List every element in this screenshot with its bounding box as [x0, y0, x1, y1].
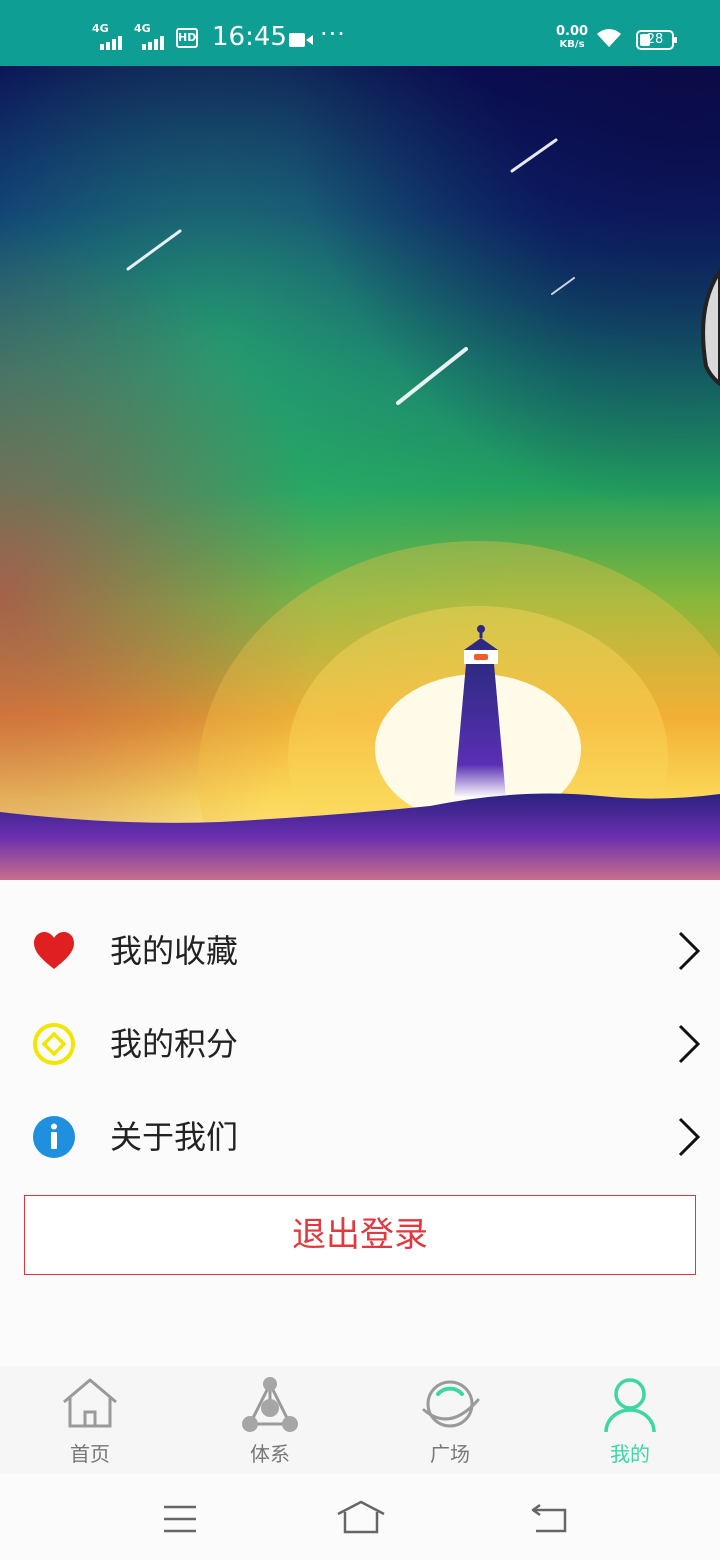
tab-home[interactable]: 首页 — [0, 1366, 180, 1474]
speed-value: 0.00 — [556, 24, 589, 39]
points-coin-icon — [33, 1023, 75, 1065]
menu-item-favorites[interactable]: 我的收藏 — [0, 907, 720, 999]
speed-unit: KB/s — [559, 39, 585, 50]
tab-system[interactable]: 体系 — [180, 1366, 360, 1474]
menu-icon[interactable] — [162, 1504, 198, 1534]
hd-voice-icon: HD — [176, 28, 198, 48]
home-button-icon[interactable] — [336, 1500, 386, 1534]
more-notifications-icon: ··· — [320, 20, 346, 48]
logout-button[interactable]: 退出登录 — [24, 1195, 696, 1275]
menu-item-label: 我的收藏 — [110, 932, 239, 970]
battery-icon: 28 — [636, 30, 677, 50]
tab-label: 广场 — [430, 1442, 470, 1466]
network-speed: 0.00 KB/s — [556, 25, 588, 51]
heart-icon — [34, 932, 74, 969]
tab-label: 首页 — [70, 1442, 110, 1466]
signal-icon — [142, 36, 164, 50]
clock: 16:45 — [212, 22, 287, 52]
chevron-right-icon — [678, 1024, 701, 1064]
tab-label: 我的 — [610, 1442, 650, 1466]
menu-item-points[interactable]: 我的积分 — [0, 1000, 720, 1092]
battery-level: 28 — [646, 32, 664, 47]
tab-mine[interactable]: 我的 — [540, 1366, 720, 1474]
info-icon — [33, 1116, 75, 1158]
menu-item-label: 关于我们 — [110, 1118, 239, 1156]
system-tree-icon — [242, 1377, 298, 1432]
tab-label: 体系 — [250, 1442, 290, 1466]
back-icon[interactable] — [530, 1502, 568, 1534]
system-navigation-bar — [0, 1474, 720, 1560]
tab-square[interactable]: 广场 — [360, 1366, 540, 1474]
network-type-2: 4G — [134, 22, 151, 35]
video-camera-icon — [289, 33, 313, 47]
menu-item-label: 我的积分 — [110, 1025, 239, 1063]
status-bar: 4G 4G HD 16:45 ··· 0.00 KB/s 28 — [0, 0, 720, 66]
chevron-right-icon — [678, 1117, 701, 1157]
menu-item-about[interactable]: 关于我们 — [0, 1093, 720, 1185]
network-type-1: 4G — [92, 22, 109, 35]
header-illustration — [0, 66, 720, 880]
user-icon — [604, 1378, 656, 1433]
chevron-right-icon — [678, 931, 701, 971]
signal-icon — [100, 36, 122, 50]
wifi-icon — [597, 29, 621, 47]
home-icon — [63, 1378, 117, 1428]
bottom-navigation: 首页 体系 广场 我的 — [0, 1366, 720, 1474]
planet-icon — [422, 1380, 480, 1428]
